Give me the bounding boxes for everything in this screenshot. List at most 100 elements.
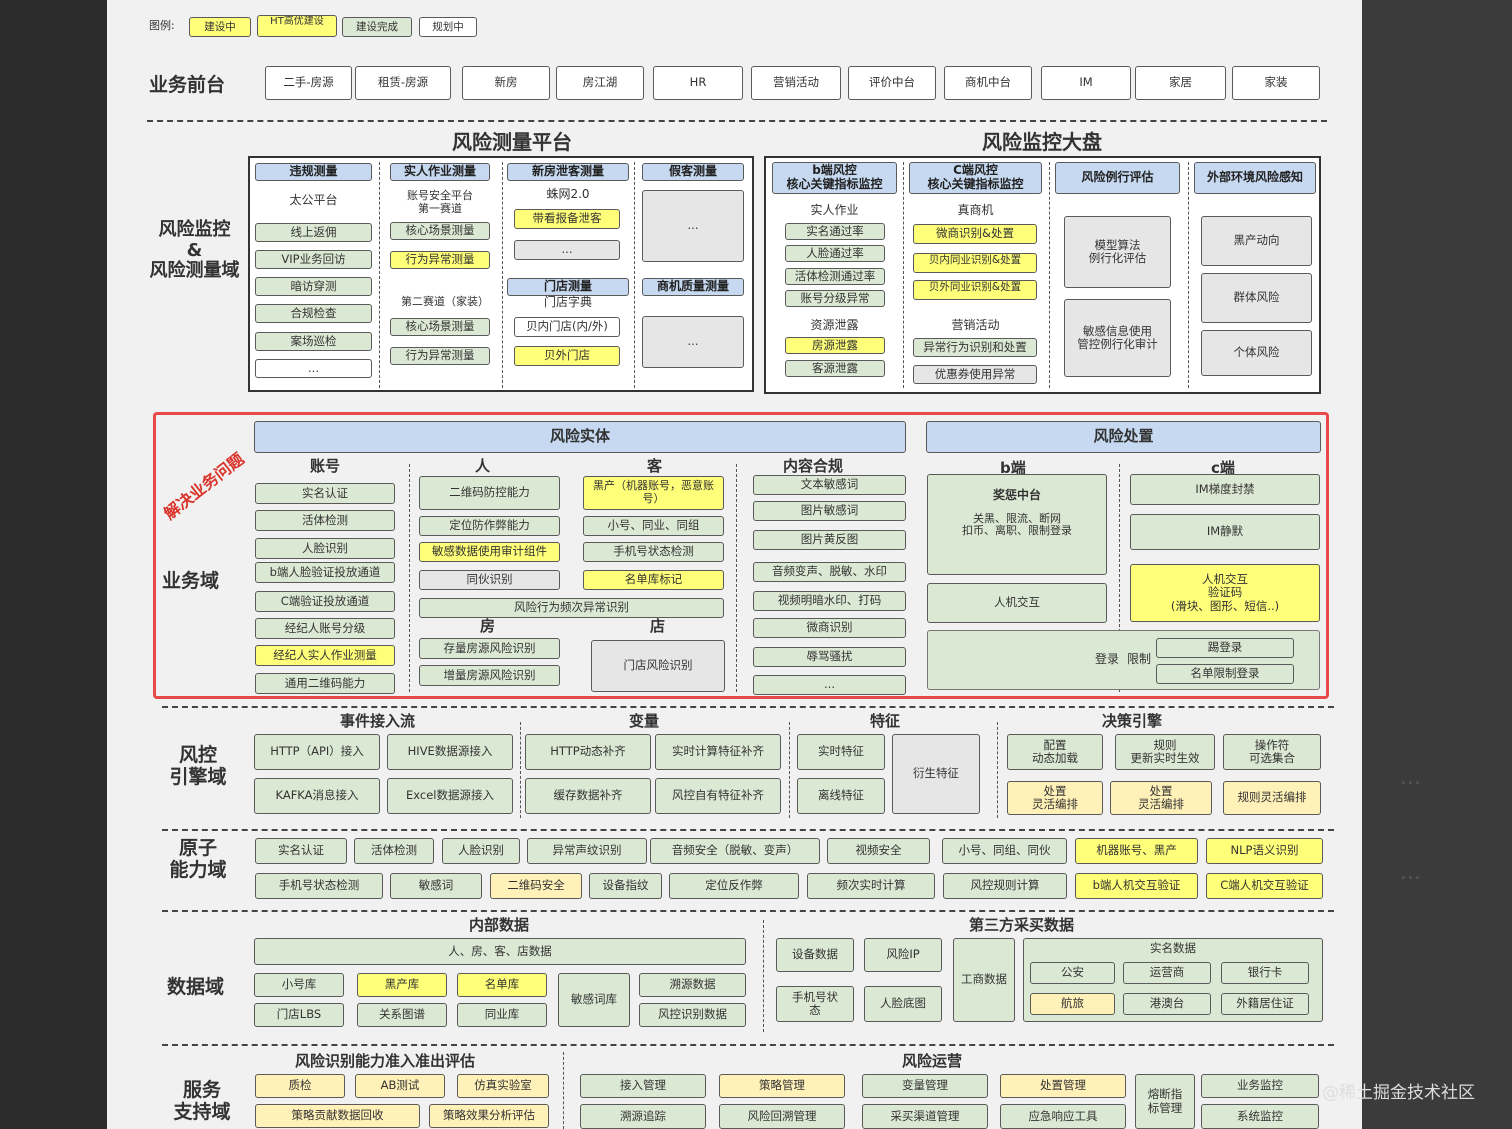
d2-item: 优惠券使用异常 xyxy=(913,365,1037,384)
acct-title: 账号 xyxy=(310,457,341,475)
monitor-label: 风险监控 & 风险测量域 xyxy=(149,219,240,282)
c2-item: 核心场景测量 xyxy=(390,222,490,240)
engine-item: 操作符 可选集合 xyxy=(1223,734,1321,770)
c3-head: 新房泄客测量 xyxy=(507,163,629,181)
legend-label: 图例: xyxy=(149,19,175,32)
atom-item: 小号、同组、同伙 xyxy=(942,838,1067,864)
svc-item: 业务监控 xyxy=(1201,1074,1319,1098)
house-item: 存量房源风险识别 xyxy=(419,638,560,659)
d2-sub2: 营销活动 xyxy=(951,318,1000,332)
engine-item: HTTP（API）接入 xyxy=(254,734,380,770)
front-item-4: HR xyxy=(653,66,743,100)
atom-label: 原子 能力域 xyxy=(169,837,227,881)
data-item: 设备数据 xyxy=(776,938,854,972)
house-title: 房 xyxy=(480,617,496,635)
cust-item: 小号、同业、同组 xyxy=(583,516,724,536)
svc-item: 风险回溯管理 xyxy=(719,1104,845,1129)
person-item: 定位防作弊能力 xyxy=(419,516,560,536)
bside-human: 人机交互 xyxy=(927,583,1107,623)
data-item: 门店LBS xyxy=(254,1003,344,1027)
engine-item: 配置 动态加载 xyxy=(1007,734,1103,770)
d1-item: 活体检测通过率 xyxy=(785,268,885,285)
limit-text: 限制 xyxy=(1127,652,1152,666)
data-item: 小号库 xyxy=(254,973,344,997)
atom-item: 敏感词 xyxy=(390,873,482,899)
cust-item: 手机号状态检测 xyxy=(583,542,724,562)
c3-item: 贝内门店(内/外) xyxy=(514,317,620,337)
shared-item: 风险行为频次异常识别 xyxy=(419,598,724,618)
watermark: @稀土掘金技术社区 xyxy=(1322,1083,1475,1103)
atom-item: 活体检测 xyxy=(354,838,434,864)
engine-item: 处置 灵活编排 xyxy=(1007,781,1103,815)
data-wide: 人、房、客、店数据 xyxy=(254,938,746,965)
real-item: 公安 xyxy=(1030,962,1115,984)
svc-item: 策略管理 xyxy=(719,1074,845,1098)
acct-item: 人脸识别 xyxy=(255,538,395,559)
front-item-7: 商机中台 xyxy=(944,66,1032,100)
acct-item: C端验证投放通道 xyxy=(255,591,395,612)
svc-h1: 风险识别能力准入准出评估 xyxy=(295,1052,476,1070)
c1-item: ... xyxy=(255,359,372,378)
d3-item: 敏感信息使用 管控例行化审计 xyxy=(1064,299,1171,377)
cside-item: IM静默 xyxy=(1130,514,1320,550)
data-third: 第三方采买数据 xyxy=(969,916,1075,934)
c4-item: ... xyxy=(642,190,744,262)
d1-item: 账号分级异常 xyxy=(785,290,885,307)
front-item-1: 租赁-房源 xyxy=(355,66,451,100)
content-item: 视频明暗水印、打码 xyxy=(753,591,906,611)
real-item: 港澳台 xyxy=(1123,993,1211,1015)
svc-item: 熔断指 标管理 xyxy=(1135,1074,1195,1129)
c1-item: 线上返佣 xyxy=(255,223,372,242)
c1-head: 违规测量 xyxy=(255,163,372,181)
d3-item: 模型算法 例行化评估 xyxy=(1064,216,1171,288)
data-item: 风险IP xyxy=(864,938,942,972)
c4-head2: 商机质量测量 xyxy=(642,278,744,296)
reward-center: 奖惩中台 关黑、限流、断网 扣币、离职、限制登录 xyxy=(927,474,1107,575)
c3-item: 贝外门店 xyxy=(514,346,620,366)
content-title: 内容合规 xyxy=(783,457,844,475)
engine-item: HTTP动态补齐 xyxy=(525,734,651,770)
data-item: 溯源数据 xyxy=(639,973,746,997)
c2-head: 实人作业测量 xyxy=(390,163,490,181)
house-item: 增量房源风险识别 xyxy=(419,665,560,686)
engine-item: 规则 更新实时生效 xyxy=(1115,734,1215,770)
person-item: 二维码防控能力 xyxy=(419,476,560,510)
architecture-diagram: 图例: 建设中 HT高优建设 建设完成 规划中 业务前台 风险监控 & 风险测量… xyxy=(107,0,1362,1129)
atom-item: 频次实时计算 xyxy=(807,873,935,899)
c2-sub2: 第二赛道（家装） xyxy=(401,295,489,308)
engine-item: 实时计算特征补齐 xyxy=(655,734,781,770)
engine-item: KAFKA消息接入 xyxy=(254,778,380,814)
content-item: 图片黄反图 xyxy=(753,530,906,550)
biz-label: 业务域 xyxy=(162,570,220,592)
svc-item: 接入管理 xyxy=(580,1074,706,1098)
data-item: 风控识别数据 xyxy=(639,1003,746,1027)
entity-header: 风险实体 xyxy=(254,421,906,453)
data-item: 人脸底图 xyxy=(864,986,942,1022)
svc-item: 系统监控 xyxy=(1201,1104,1319,1129)
c1-sub: 太公平台 xyxy=(289,193,338,207)
c3-sub: 蛛网2.0 xyxy=(546,187,590,201)
engine-h3: 特征 xyxy=(870,712,901,730)
acct-item: 经纪人账号分级 xyxy=(255,618,395,639)
atom-item: C端人机交互验证 xyxy=(1206,873,1323,899)
engine-item: 规则灵活编排 xyxy=(1223,781,1321,815)
svc-item: 采买渠道管理 xyxy=(862,1104,988,1129)
content-item: 音频变声、脱敏、水印 xyxy=(753,562,906,582)
front-item-0: 二手-房源 xyxy=(265,66,352,100)
content-item: 文本敏感词 xyxy=(753,475,906,495)
svc-item: 应急响应工具 xyxy=(1000,1104,1126,1129)
front-item-2: 新房 xyxy=(462,66,550,100)
c1-item: VIP业务回访 xyxy=(255,250,372,269)
divider xyxy=(147,120,1327,122)
engine-item: 衍生特征 xyxy=(892,734,980,814)
d1-item: 实名通过率 xyxy=(785,223,885,240)
engine-h2: 变量 xyxy=(629,712,660,730)
data-item: 名单库 xyxy=(457,973,547,997)
svc-item: 处置管理 xyxy=(1000,1074,1126,1098)
atom-item: 视频安全 xyxy=(827,838,930,864)
cust-item: 名单库标记 xyxy=(583,570,724,590)
data-label: 数据域 xyxy=(167,976,225,998)
acct-item: b端人脸验证投放通道 xyxy=(255,562,395,583)
d1-item: 房源泄露 xyxy=(785,337,885,354)
dispose-header: 风险处置 xyxy=(926,421,1321,453)
